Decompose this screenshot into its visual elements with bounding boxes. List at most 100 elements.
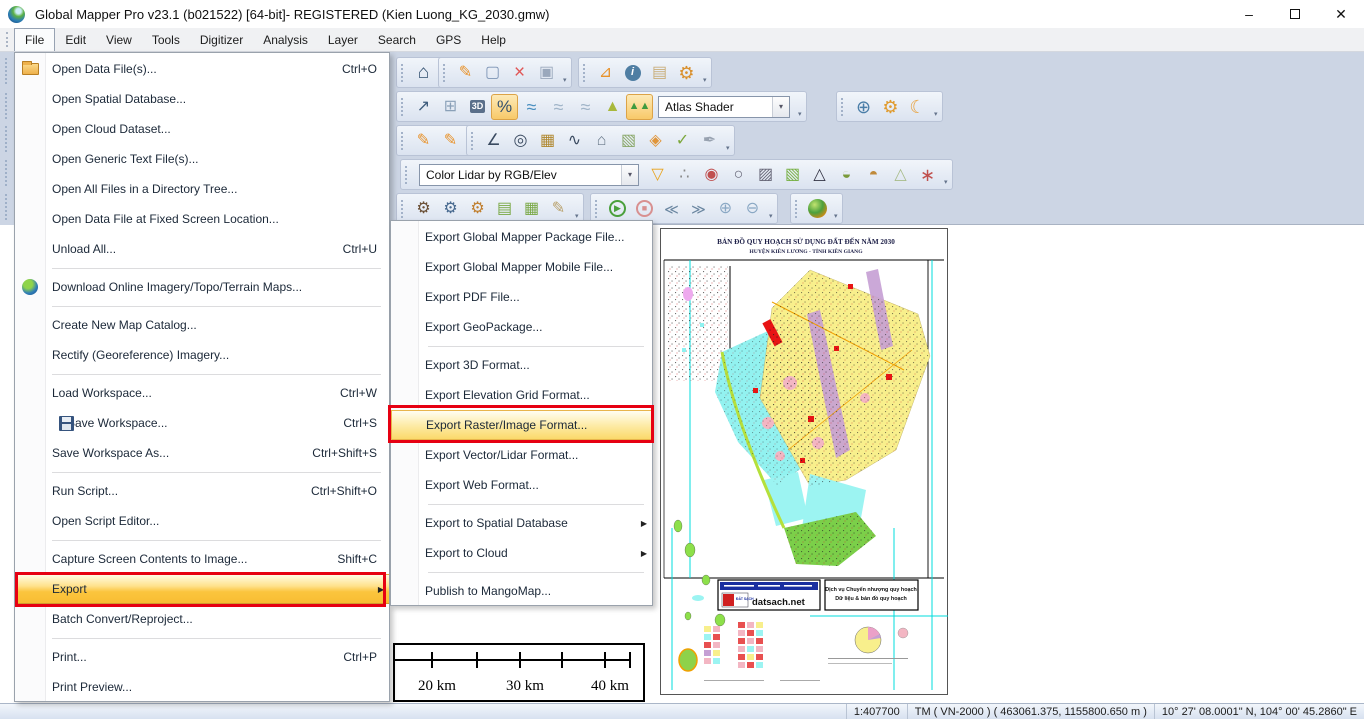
measure-tool-button[interactable]: ⊿ [592, 60, 619, 86]
toolbar-grip[interactable] [5, 126, 8, 152]
menu-item-capture-screen-contents-to-image[interactable]: Capture Screen Contents to Image...Shift… [15, 544, 389, 574]
select-area-button[interactable]: ▢ [479, 60, 506, 86]
toolbar-grip[interactable] [5, 58, 8, 84]
find-data-button[interactable]: ▤ [646, 60, 673, 86]
city-settings-button[interactable]: ⚙ [437, 196, 464, 222]
combine-terrain-button[interactable]: ▦ [518, 196, 545, 222]
menu-item-export-3d-format[interactable]: Export 3D Format... [391, 350, 652, 380]
menu-item-export[interactable]: Export▶ [15, 574, 389, 604]
extract-features-button[interactable]: ▧ [779, 162, 806, 188]
create-point-button[interactable]: ✎ [410, 128, 437, 154]
delete-selected-button[interactable]: × [506, 60, 533, 86]
toolbar-grip[interactable] [401, 200, 405, 218]
menu-layer[interactable]: Layer [318, 28, 368, 51]
chevron-down-icon[interactable]: ▾ [772, 97, 789, 117]
menu-item-save-workspace[interactable]: Save Workspace...Ctrl+S [15, 408, 389, 438]
menu-item-batch-convert-reproject[interactable]: Batch Convert/Reproject... [15, 604, 389, 634]
toolbar-grip[interactable] [443, 64, 447, 82]
toolbar-grip[interactable] [5, 194, 8, 220]
menu-item-open-script-editor[interactable]: Open Script Editor... [15, 506, 389, 536]
thin-lidar-button[interactable]: ▨ [752, 162, 779, 188]
menu-item-download-online-imagery-topo-terrain-maps[interactable]: Download Online Imagery/Topo/Terrain Map… [15, 272, 389, 302]
menu-item-print[interactable]: Print...Ctrl+P [15, 642, 389, 672]
menu-item-open-data-file-at-fixed-screen-location[interactable]: Open Data File at Fixed Screen Location.… [15, 204, 389, 234]
menu-item-save-workspace-as[interactable]: Save Workspace As...Ctrl+Shift+S [15, 438, 389, 468]
toolbar-grip[interactable] [795, 200, 799, 218]
stop-animation-button[interactable]: ■ [631, 196, 658, 222]
view-3d-button[interactable]: 3D [464, 94, 491, 120]
menu-item-unload-all[interactable]: Unload All...Ctrl+U [15, 234, 389, 264]
paint-terrain-button[interactable]: ✎ [545, 196, 572, 222]
watershed-button[interactable]: ▤ [491, 196, 518, 222]
toolbar-grip[interactable] [405, 166, 409, 184]
toolbar-grip[interactable] [5, 160, 8, 186]
daylight-shader-button[interactable]: ▲ [599, 94, 626, 120]
menu-tools[interactable]: Tools [142, 28, 190, 51]
toolbar-overflow-icon[interactable]: ▾ [766, 212, 774, 223]
water-level-button[interactable]: ≈ [518, 94, 545, 120]
water-drop-button[interactable]: ≈ [572, 94, 599, 120]
lidar-qc-button[interactable]: ◉ [698, 162, 725, 188]
swap-2d-3d-button[interactable]: % [491, 94, 518, 120]
menu-item-export-vector-lidar-format[interactable]: Export Vector/Lidar Format... [391, 440, 652, 470]
toolbar-overflow-icon[interactable]: ▾ [831, 212, 839, 223]
filter-lidar-button[interactable]: ▽ [644, 162, 671, 188]
create-tin-button[interactable]: △ [806, 162, 833, 188]
create-buildings-button[interactable]: ⌂ [588, 128, 615, 154]
menu-item-export-geopackage[interactable]: Export GeoPackage... [391, 312, 652, 342]
menu-item-open-spatial-database[interactable]: Open Spatial Database... [15, 84, 389, 114]
toolbar-overflow-icon[interactable]: ▾ [560, 76, 568, 87]
menu-search[interactable]: Search [368, 28, 426, 51]
menu-item-export-web-format[interactable]: Export Web Format... [391, 470, 652, 500]
mesh-terrain-button[interactable]: △ [887, 162, 914, 188]
create-grid-button[interactable]: ▦ [534, 128, 561, 154]
home-button[interactable]: ⌂ [410, 60, 437, 86]
combine-areas-button[interactable]: ◈ [642, 128, 669, 154]
menu-file[interactable]: File [14, 28, 55, 51]
saved-view-add-button[interactable]: ⊕ [712, 196, 739, 222]
faster-button[interactable]: ≫ [685, 196, 712, 222]
menu-help[interactable]: Help [471, 28, 516, 51]
toolbar-grip[interactable] [401, 132, 405, 150]
menu-item-export-to-spatial-database[interactable]: Export to Spatial Database▶ [391, 508, 652, 538]
menu-item-open-data-file-s[interactable]: Open Data File(s)...Ctrl+O [15, 54, 389, 84]
play-animation-button[interactable]: ▶ [604, 196, 631, 222]
menu-analysis[interactable]: Analysis [253, 28, 318, 51]
slower-button[interactable]: ≪ [658, 196, 685, 222]
menu-item-open-generic-text-file-s[interactable]: Open Generic Text File(s)... [15, 144, 389, 174]
toolbar-grip[interactable] [471, 132, 475, 150]
maximize-button[interactable] [1272, 0, 1318, 28]
feature-info-button[interactable]: i [619, 60, 646, 86]
minimize-button[interactable]: – [1226, 0, 1272, 28]
toolbar-overflow-icon[interactable]: ▾ [700, 76, 708, 87]
overlay-control-center-button[interactable]: ⚙ [673, 60, 700, 86]
toolbar-grip[interactable] [401, 98, 405, 116]
menu-gps[interactable]: GPS [426, 28, 471, 51]
pole-settings-button[interactable]: ⚙ [464, 196, 491, 222]
terrain-shader-button[interactable]: ▲▲ [626, 94, 653, 120]
menu-item-export-raster-image-format[interactable]: Export Raster/Image Format... [391, 410, 652, 440]
toolbar-overflow-icon[interactable]: ▾ [941, 178, 949, 189]
chevron-down-icon[interactable]: ▾ [621, 165, 638, 185]
menu-item-open-cloud-dataset[interactable]: Open Cloud Dataset... [15, 114, 389, 144]
toolbar-grip[interactable] [595, 200, 599, 218]
classify-noise-button[interactable]: ◒ [833, 162, 860, 188]
toolbar-overflow-icon[interactable]: ▾ [723, 144, 731, 155]
lidar-draw-mode-combo[interactable]: Color Lidar by RGB/Elev▾ [419, 164, 639, 186]
menu-item-export-to-cloud[interactable]: Export to Cloud▶ [391, 538, 652, 568]
menu-item-open-all-files-in-a-directory-tree[interactable]: Open All Files in a Directory Tree... [15, 174, 389, 204]
range-rings-button[interactable]: ◎ [507, 128, 534, 154]
toolbar-overflow-icon[interactable]: ▾ [795, 110, 803, 121]
atlas-shader-combo[interactable]: Atlas Shader▾ [658, 96, 790, 118]
menu-item-rectify-georeference-imagery[interactable]: Rectify (Georeference) Imagery... [15, 340, 389, 370]
classify-groups-button[interactable]: ◓ [860, 162, 887, 188]
verify-feature-button[interactable]: ✓ [669, 128, 696, 154]
zoom-points-button[interactable]: ○ [725, 162, 752, 188]
world-imagery-button[interactable] [804, 196, 831, 222]
toolbar-overflow-icon[interactable]: ▾ [931, 110, 939, 121]
stamp-area-button[interactable]: ▧ [615, 128, 642, 154]
sync-settings-button[interactable]: ⚙ [877, 94, 904, 120]
measure-angle-button[interactable]: ∠ [480, 128, 507, 154]
edit-feature-button[interactable]: ✒ [696, 128, 723, 154]
lock-selection-button[interactable]: ▣ [533, 60, 560, 86]
